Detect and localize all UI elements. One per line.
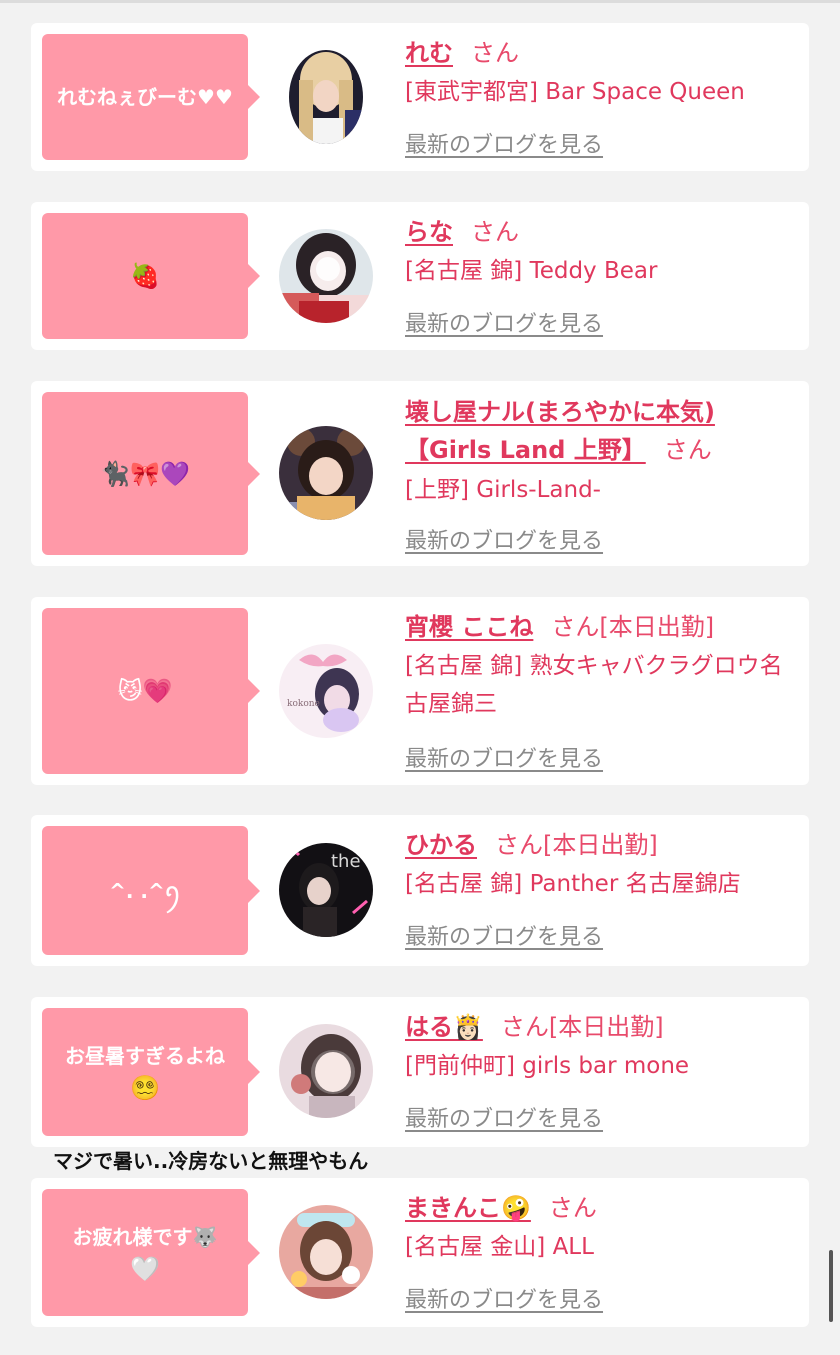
blog-link[interactable]: 最新のブログを見る <box>405 306 603 338</box>
cast-info: 宵櫻 ここね さん[本日出勤] [名古屋 錦] 熟女キャバクラグロウ名古屋錦三 <box>405 609 801 723</box>
overflow-message-text: マジで暑い..冷房ないと無理やもん <box>53 1149 369 1173</box>
honorific: さん <box>495 831 543 859</box>
status-message-bubble: ^. .^ꪆ <box>42 826 260 955</box>
shop-name: [名古屋 錦] 熟女キャバクラグロウ名古屋錦三 <box>405 653 783 717</box>
status-message-bubble: お昼暑すぎるよね 😵‍💫 <box>42 1008 260 1136</box>
cast-name-link[interactable]: ひかる <box>405 831 477 859</box>
cast-name-text: はる <box>405 1013 453 1041</box>
blog-link[interactable]: 最新のブログを見る <box>405 127 603 159</box>
cast-info: れむ さん [東武宇都宮] Bar Space Queen <box>405 35 801 111</box>
status-message-bubble: れむねぇびーむ♥♥ <box>42 34 260 160</box>
cast-name-text: まきんこ <box>405 1194 501 1222</box>
avatar[interactable] <box>279 1024 373 1118</box>
svg-text:the: the <box>331 851 361 872</box>
cast-info: ひかる さん[本日出勤] [名古屋 錦] Panther 名古屋錦店 <box>405 827 801 903</box>
cast-name-link[interactable]: らな <box>405 218 453 246</box>
status-emoji: 😼💗 <box>117 677 173 705</box>
status-message-text: ^. .^ꪆ <box>109 878 181 903</box>
cast-name-link[interactable]: れむ <box>405 39 453 67</box>
cast-info: らな さん [名古屋 錦] Teddy Bear <box>405 214 801 290</box>
status-emoji: 🐈‍⬛🎀💜 <box>100 459 190 488</box>
list-item: お昼暑すぎるよね 😵‍💫 はる👸🏻 さん[本日出勤] [門前仲町] girls b… <box>31 997 809 1147</box>
avatar[interactable]: the <box>279 843 373 937</box>
name-emoji: 🤪 <box>501 1194 531 1222</box>
status-emoji: 😵‍💫 <box>130 1074 160 1102</box>
blog-link[interactable]: 最新のブログを見る <box>405 1282 603 1314</box>
shop-name: [門前仲町] girls bar mone <box>405 1053 690 1079</box>
attendance-status: [本日出勤] <box>599 613 715 641</box>
shop-name: [名古屋 錦] Panther 名古屋錦店 <box>405 871 741 897</box>
avatar[interactable]: kokone <box>279 644 373 738</box>
cast-info: 壊し屋ナル(まろやかに本気)【Girls Land 上野】 さん [上野] Gir… <box>405 393 801 509</box>
honorific: さん <box>471 218 519 246</box>
list-item: ^. .^ꪆ the ひかる さん[本日出勤] [名古屋 錦] Panther 名… <box>31 815 809 966</box>
list-item: 😼💗 kokone 宵櫻 ここね さん[本日出勤] [名古屋 錦] 熟女キャバクラ… <box>31 597 809 785</box>
honorific: さん <box>500 1013 549 1041</box>
shop-name: [上野] Girls-Land- <box>405 477 601 503</box>
status-message-text: れむねぇびーむ♥♥ <box>57 85 233 109</box>
list-item: 🍓 らな さん [名古屋 錦] Teddy Bear 最新のブログを見る <box>31 202 809 350</box>
shop-name: [東武宇都宮] Bar Space Queen <box>405 79 745 105</box>
honorific: さん <box>548 1194 597 1222</box>
cast-info: はる👸🏻 さん[本日出勤] [門前仲町] girls bar mone <box>405 1009 801 1085</box>
cast-name-link[interactable]: 宵櫻 ここね <box>405 613 533 641</box>
avatar[interactable] <box>279 229 373 323</box>
blog-link[interactable]: 最新のブログを見る <box>405 741 603 773</box>
status-message-text: お昼暑すぎるよね <box>65 1044 225 1068</box>
status-emoji: 🤍 <box>130 1254 160 1283</box>
list-item: 🐈‍⬛🎀💜 壊し屋ナル(まろやかに本気)【Girls Land 上野】 さん [上… <box>31 381 809 566</box>
attendance-status: [本日出勤] <box>543 831 658 859</box>
name-emoji: 👸🏻 <box>453 1013 483 1041</box>
svg-text:kokone: kokone <box>287 699 320 709</box>
cast-info: まきんこ🤪 さん [名古屋 金山] ALL <box>405 1190 801 1266</box>
honorific: さん <box>551 613 600 641</box>
cast-name-link[interactable]: まきんこ🤪 <box>405 1194 531 1222</box>
scrollbar[interactable] <box>829 1250 833 1322</box>
honorific: さん <box>471 39 519 67</box>
status-message-bubble: お疲れ様です🐺 🤍 <box>42 1189 260 1316</box>
blog-link[interactable]: 最新のブログを見る <box>405 1101 603 1133</box>
avatar[interactable] <box>279 1205 373 1299</box>
honorific: さん <box>663 436 712 464</box>
cast-name-link[interactable]: はる👸🏻 <box>405 1013 483 1041</box>
status-emoji: 🍓 <box>130 262 160 290</box>
blog-link[interactable]: 最新のブログを見る <box>405 919 603 951</box>
status-message-bubble: 🐈‍⬛🎀💜 <box>42 392 260 555</box>
shop-name: [名古屋 錦] Teddy Bear <box>405 258 658 284</box>
blog-link[interactable]: 最新のブログを見る <box>405 523 603 555</box>
top-divider <box>0 0 840 3</box>
shop-name: [名古屋 金山] ALL <box>405 1234 594 1260</box>
attendance-status: [本日出勤] <box>548 1013 664 1041</box>
avatar[interactable] <box>289 50 363 144</box>
status-message-bubble: 🍓 <box>42 213 260 339</box>
list-item: お疲れ様です🐺 🤍 まきんこ🤪 さん [名古屋 金山] ALL 最新のブログを見る <box>31 1178 809 1327</box>
list-item: れむねぇびーむ♥♥ れむ さん [東武宇都宮] Bar Space Queen 最… <box>31 23 809 171</box>
status-message-text: お疲れ様です🐺 <box>72 1224 218 1249</box>
status-message-bubble: 😼💗 <box>42 608 260 774</box>
avatar[interactable] <box>279 426 373 520</box>
